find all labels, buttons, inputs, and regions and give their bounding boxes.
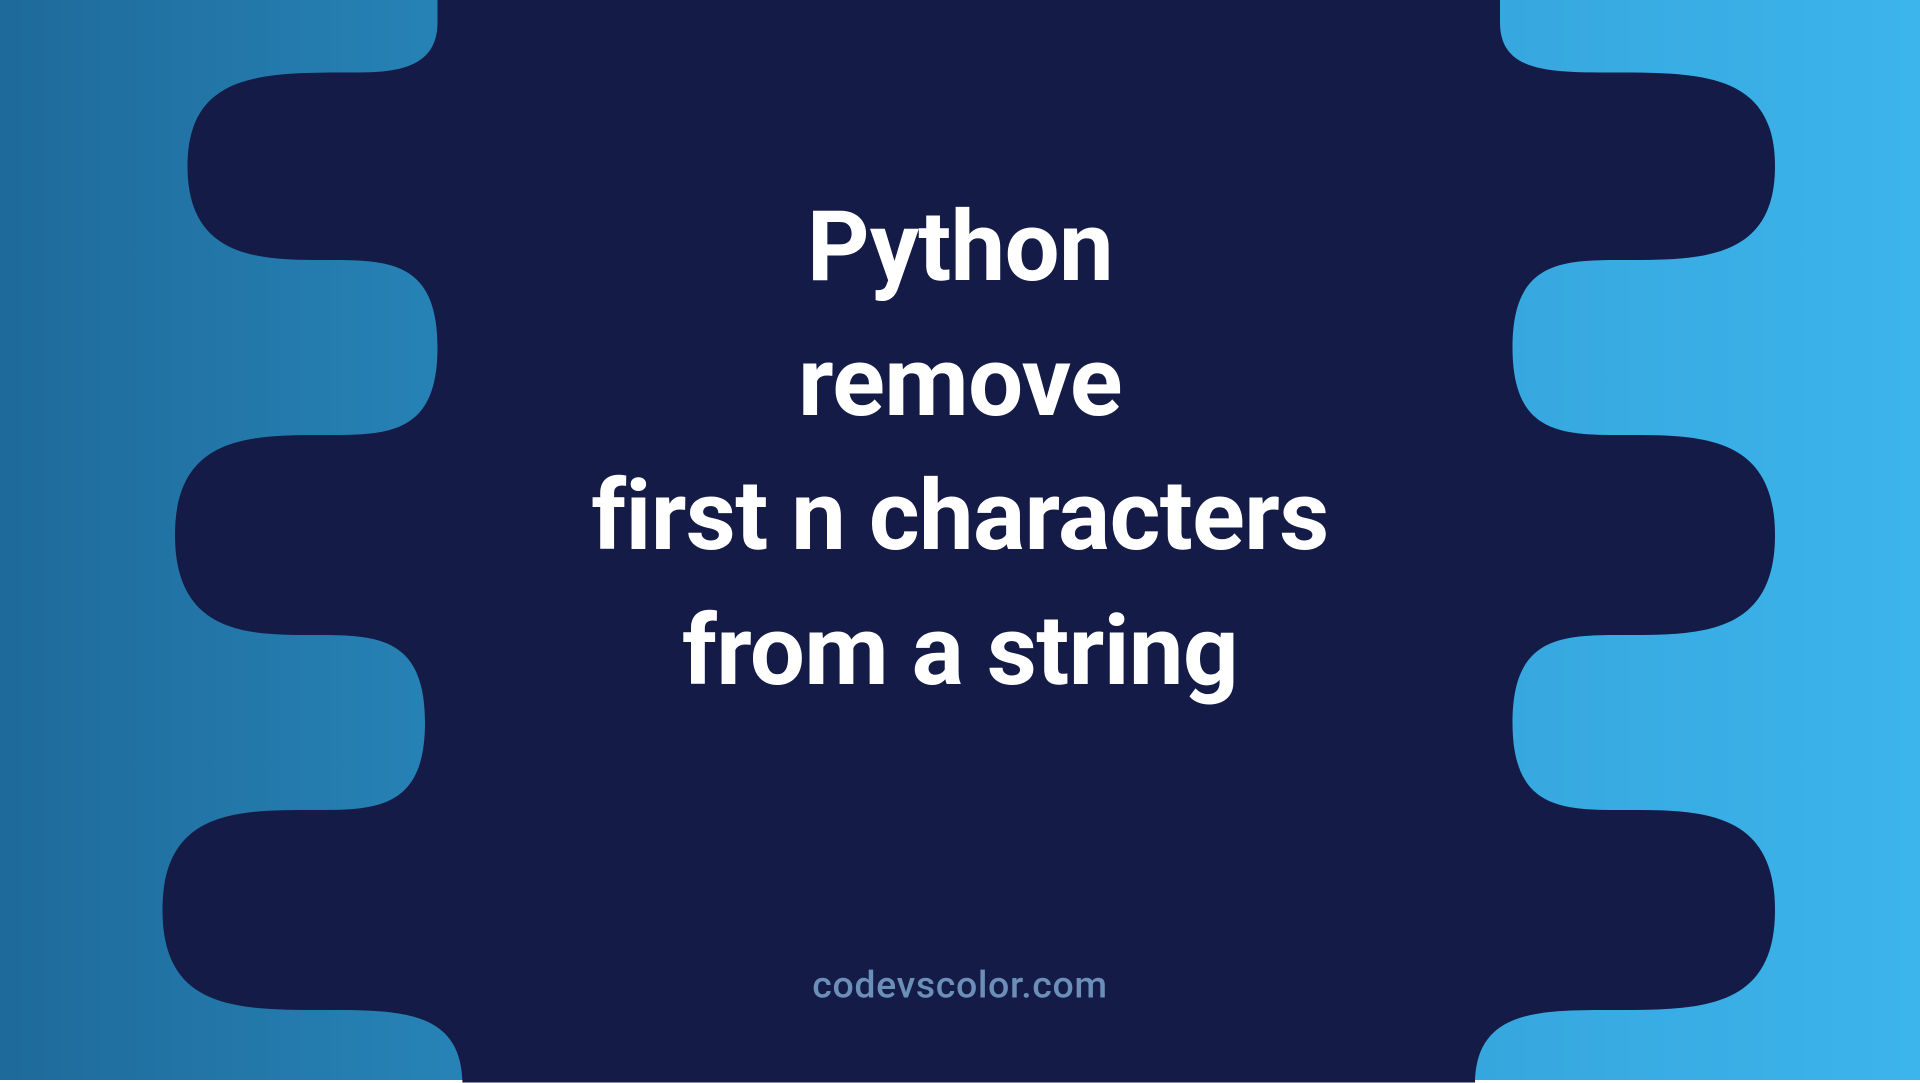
title-line-3: first n characters bbox=[0, 450, 1920, 585]
title-line-2: remove bbox=[0, 316, 1920, 451]
title-text: Python remove first n characters from a … bbox=[0, 181, 1920, 719]
title-line-1: Python bbox=[0, 181, 1920, 316]
banner-graphic: Python remove first n characters from a … bbox=[0, 0, 1920, 1080]
title-line-4: from a string bbox=[0, 585, 1920, 720]
footer-credit: codevscolor.com bbox=[0, 964, 1920, 1008]
